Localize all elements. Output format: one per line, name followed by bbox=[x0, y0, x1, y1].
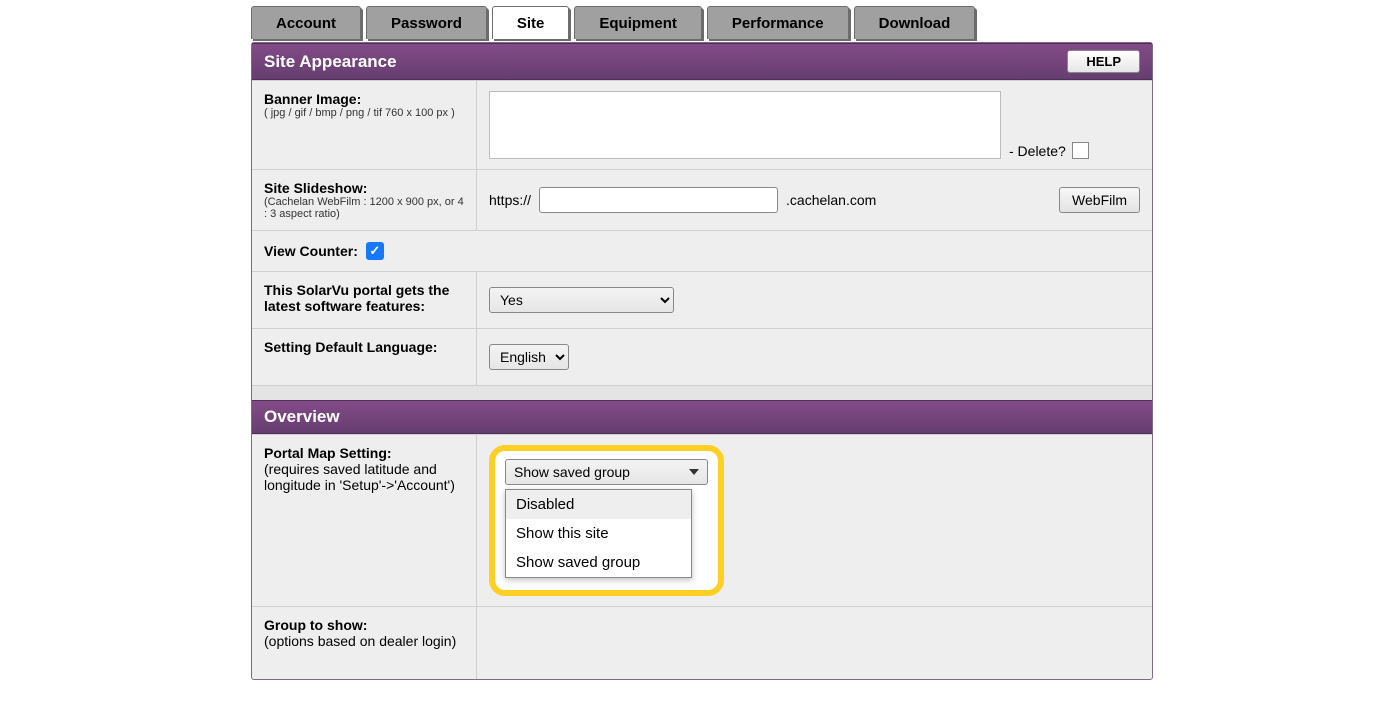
tab-performance[interactable]: Performance bbox=[707, 6, 849, 39]
portal-map-label: Portal Map Setting: bbox=[264, 445, 466, 461]
row-portal-map-setting: Portal Map Setting: (requires saved lati… bbox=[252, 434, 1152, 606]
portal-map-highlight: Show saved group Disabled Show this site… bbox=[489, 445, 724, 596]
portal-map-option-saved-group[interactable]: Show saved group bbox=[506, 548, 691, 577]
group-to-show-hint: (options based on dealer login) bbox=[264, 633, 466, 649]
group-to-show-label: Group to show: bbox=[264, 617, 466, 633]
portal-map-hint: (requires saved latitude and longitude i… bbox=[264, 461, 466, 493]
portal-map-select[interactable]: Show saved group bbox=[505, 459, 708, 485]
software-features-label: This SolarVu portal gets the latest soft… bbox=[264, 282, 466, 314]
tab-account[interactable]: Account bbox=[251, 6, 361, 39]
tab-password[interactable]: Password bbox=[366, 6, 487, 39]
row-software-features: This SolarVu portal gets the latest soft… bbox=[252, 271, 1152, 328]
row-banner-image: Banner Image: ( jpg / gif / bmp / png / … bbox=[252, 80, 1152, 169]
tab-bar: Account Password Site Equipment Performa… bbox=[251, 6, 1151, 39]
portal-map-option-disabled[interactable]: Disabled bbox=[506, 490, 691, 519]
webfilm-button[interactable]: WebFilm bbox=[1059, 187, 1140, 213]
view-counter-checkbox[interactable]: ✓ bbox=[366, 242, 384, 260]
tab-equipment[interactable]: Equipment bbox=[574, 6, 702, 39]
row-default-language: Setting Default Language: English bbox=[252, 328, 1152, 385]
portal-map-option-this-site[interactable]: Show this site bbox=[506, 519, 691, 548]
default-language-select[interactable]: English bbox=[489, 344, 569, 370]
section-overview-header: Overview bbox=[252, 400, 1152, 434]
tab-site[interactable]: Site bbox=[492, 6, 570, 39]
slideshow-label: Site Slideshow: bbox=[264, 180, 466, 196]
banner-delete-checkbox[interactable] bbox=[1072, 142, 1089, 159]
banner-image-preview[interactable] bbox=[489, 91, 1001, 159]
slideshow-suffix: .cachelan.com bbox=[786, 192, 876, 208]
site-settings-panel: Site Appearance HELP Banner Image: ( jpg… bbox=[251, 42, 1153, 680]
section-title-overview: Overview bbox=[264, 407, 340, 427]
row-view-counter: View Counter: ✓ bbox=[252, 230, 1152, 271]
default-language-label: Setting Default Language: bbox=[264, 339, 466, 355]
slideshow-hint: (Cachelan WebFilm : 1200 x 900 px, or 4 … bbox=[264, 196, 466, 220]
software-features-select[interactable]: Yes bbox=[489, 287, 674, 313]
banner-delete-label: - Delete? bbox=[1009, 143, 1066, 159]
section-site-appearance-header: Site Appearance HELP bbox=[252, 43, 1152, 80]
help-button[interactable]: HELP bbox=[1067, 50, 1140, 73]
slideshow-subdomain-input[interactable] bbox=[539, 187, 778, 213]
section-title: Site Appearance bbox=[264, 52, 397, 72]
chevron-down-icon bbox=[689, 469, 699, 475]
row-site-slideshow: Site Slideshow: (Cachelan WebFilm : 1200… bbox=[252, 169, 1152, 230]
portal-map-options-list: Disabled Show this site Show saved group bbox=[505, 489, 692, 578]
banner-image-label: Banner Image: bbox=[264, 91, 466, 107]
tab-download[interactable]: Download bbox=[854, 6, 976, 39]
row-group-to-show: Group to show: (options based on dealer … bbox=[252, 606, 1152, 679]
portal-map-selected-value: Show saved group bbox=[514, 464, 630, 480]
view-counter-label: View Counter: bbox=[264, 243, 358, 259]
banner-image-hint: ( jpg / gif / bmp / png / tif 760 x 100 … bbox=[264, 107, 466, 119]
slideshow-prefix: https:// bbox=[489, 192, 531, 208]
